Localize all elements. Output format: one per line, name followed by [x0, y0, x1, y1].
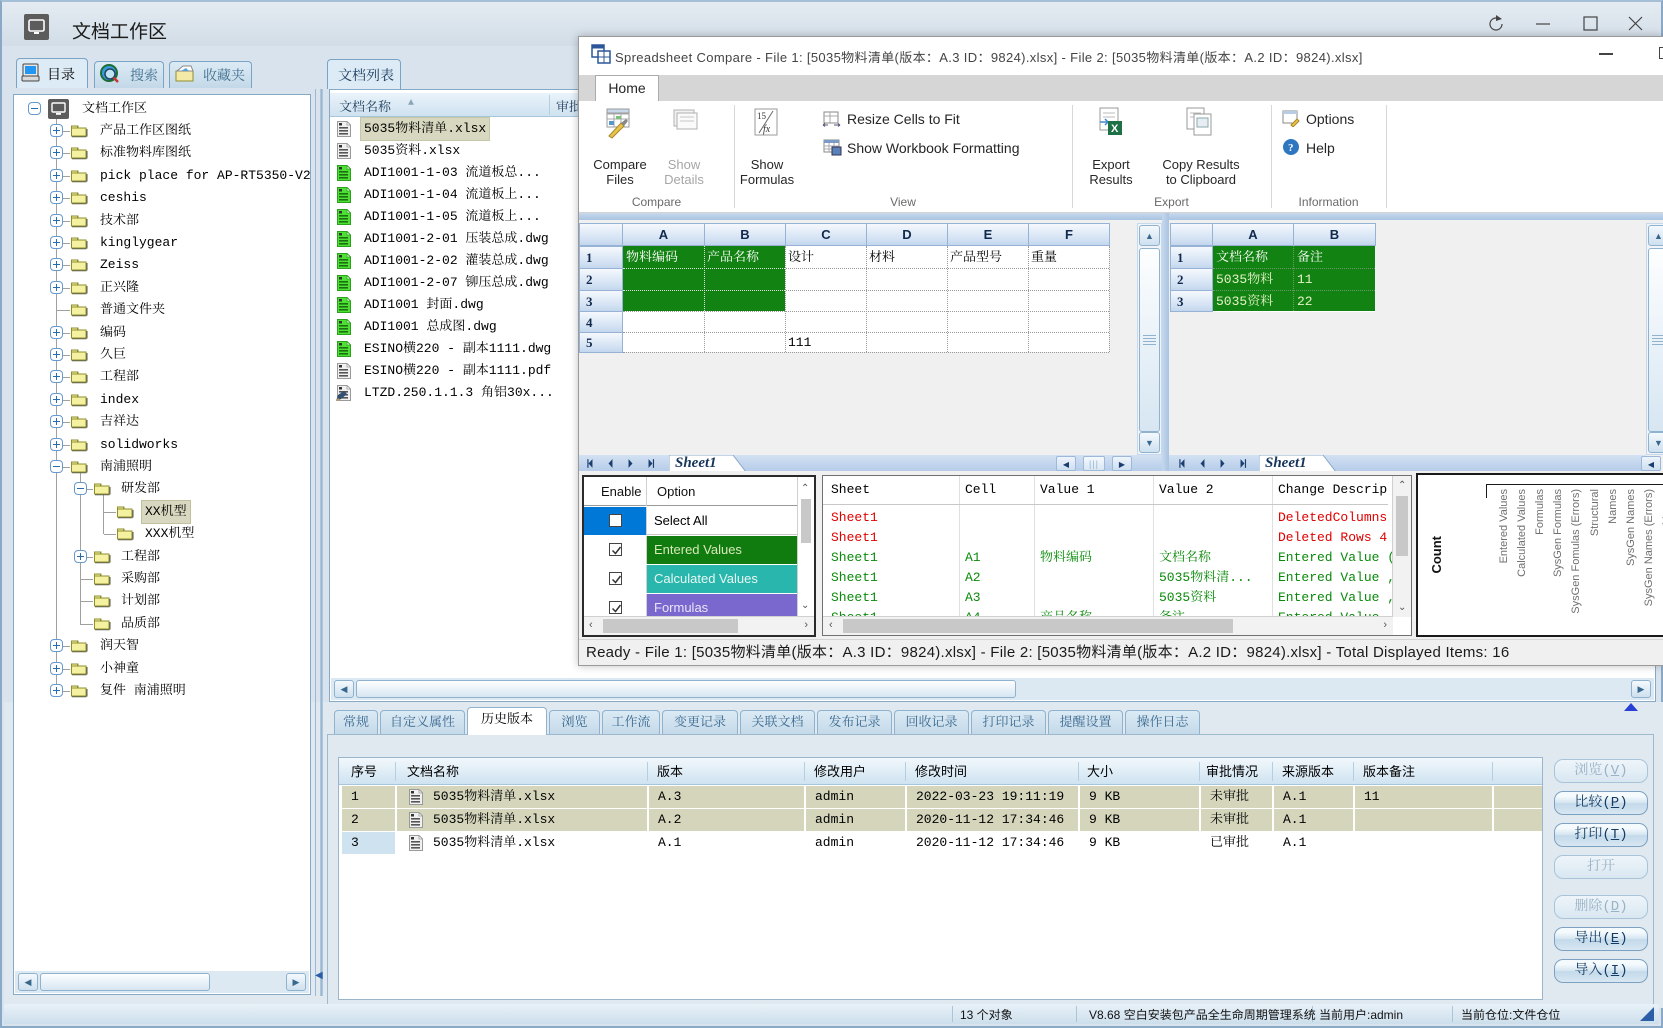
svg-text:?: ? [1288, 142, 1294, 154]
svg-text:15: 15 [757, 111, 767, 121]
svg-text:X: X [1111, 123, 1119, 135]
